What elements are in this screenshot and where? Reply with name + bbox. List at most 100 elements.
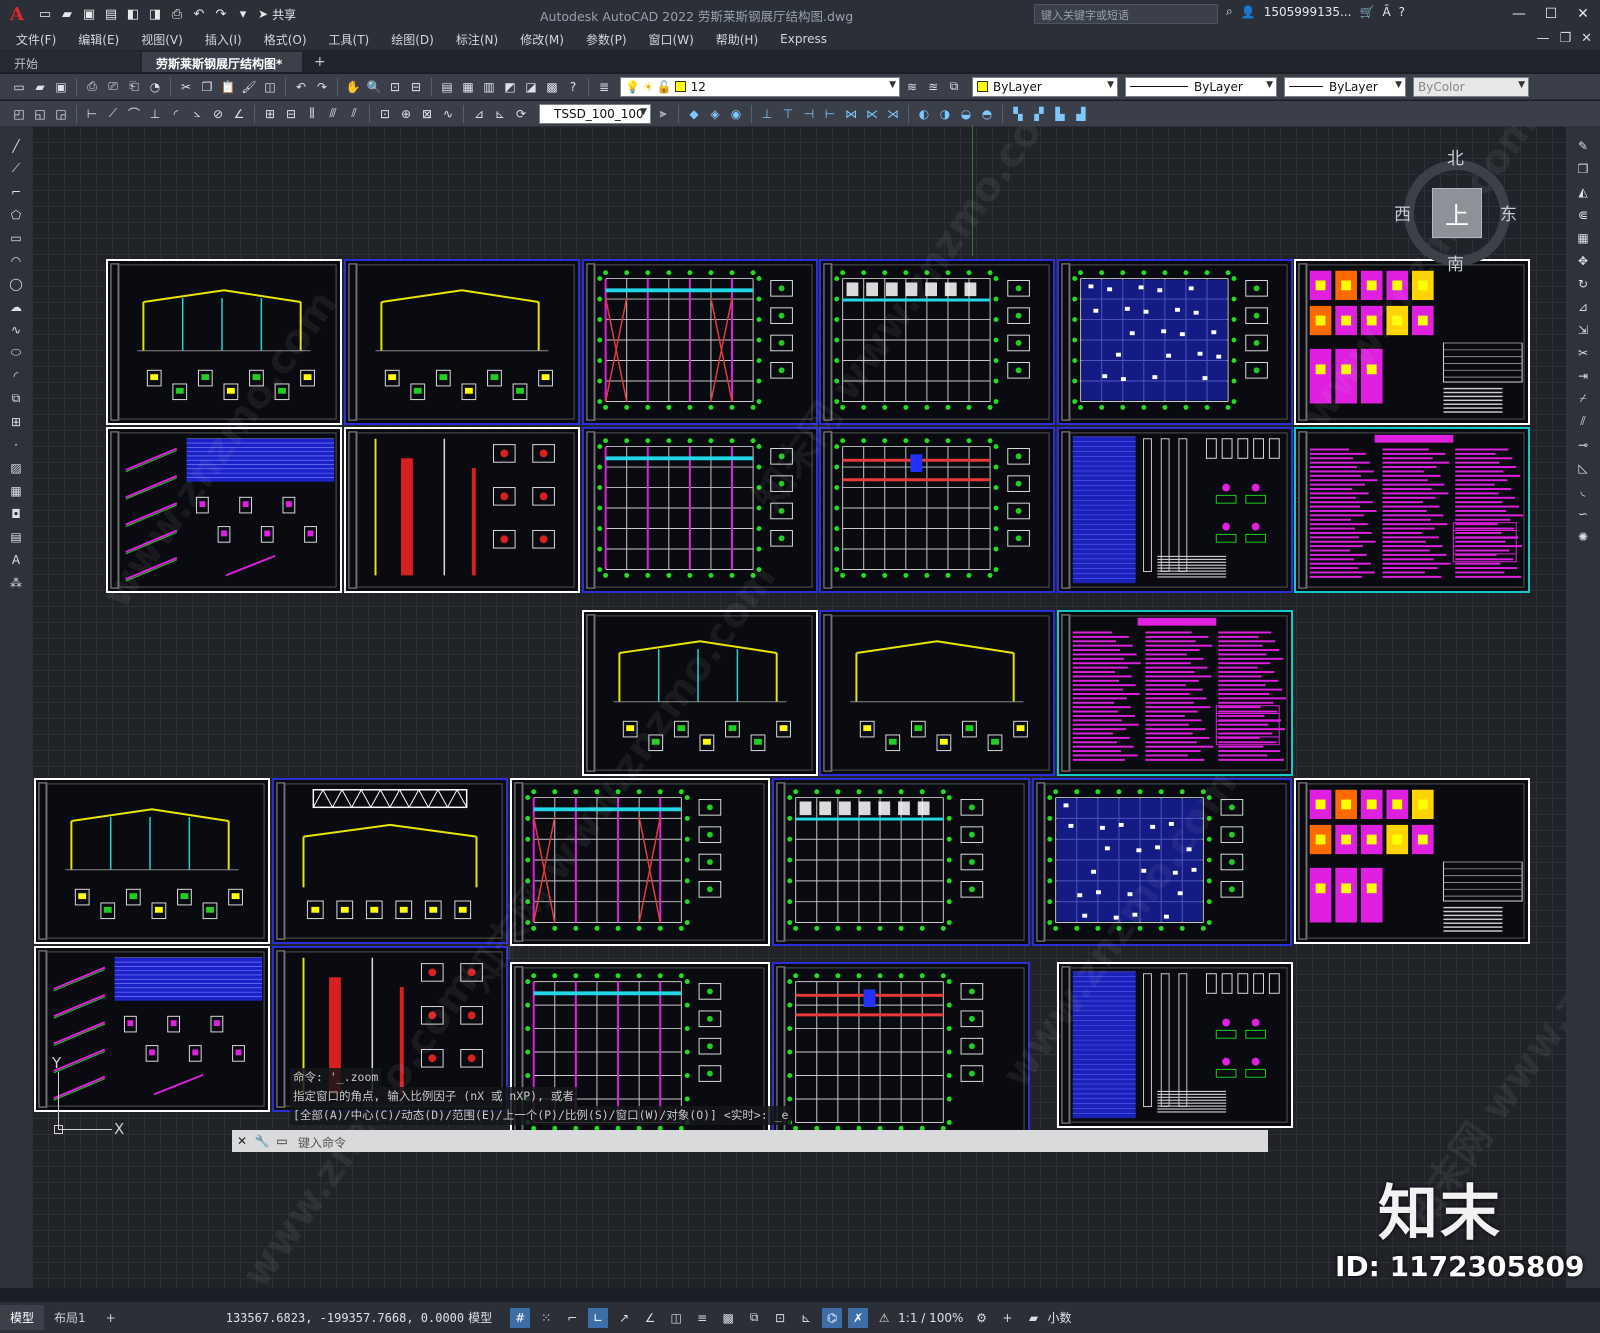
radius-dim-icon[interactable]: ◜ [167, 105, 185, 123]
drawing-sheet-frame[interactable] [34, 778, 270, 944]
dimstyle-dropdown[interactable]: TSSD_100_100 ▼ [539, 103, 651, 124]
drawing-canvas[interactable]: www.znzmo.com知末网 www.znzmo.comwww.znzmo.… [32, 126, 1566, 1288]
web-save-icon[interactable]: ◨ [144, 3, 166, 25]
region-icon[interactable]: ◘ [6, 504, 26, 523]
doc-restore-icon[interactable]: ❐ [1559, 31, 1571, 46]
doc-minimize-icon[interactable]: — [1536, 31, 1549, 46]
drawing-sheet-columns[interactable] [344, 427, 580, 593]
autodesk-a360-icon[interactable]: Ā [1382, 5, 1390, 19]
drawing-sheet-details[interactable] [1294, 259, 1530, 425]
quick-dim-icon[interactable]: ⊞ [261, 105, 279, 123]
doc-close-icon[interactable]: ✕ [1581, 31, 1592, 46]
plotstyle-dropdown[interactable]: ByColor ▼ [1413, 76, 1529, 97]
plot-icon[interactable]: ⎙ [83, 78, 101, 96]
drawing-sheet-plan-roof[interactable] [819, 259, 1055, 425]
compass-south[interactable]: 南 [1447, 250, 1464, 275]
drawing-sheet-plan-purlin[interactable] [582, 427, 818, 593]
match-properties-icon[interactable]: 🖌 [240, 78, 258, 96]
redo-icon[interactable]: ↷ [210, 3, 232, 25]
menu-draw[interactable]: 绘图(D) [391, 31, 434, 48]
chamfer-icon[interactable]: ◺ [1573, 458, 1593, 477]
autocad-logo-icon[interactable]: A [0, 0, 34, 28]
make-block-icon[interactable]: ⊞ [6, 412, 26, 431]
dim-style-manager-icon[interactable]: ⫸ [654, 105, 672, 123]
tab-model[interactable]: 模型 [0, 1305, 45, 1330]
line-icon[interactable]: ╱ [6, 136, 26, 155]
design-center-icon[interactable]: ▦ [459, 78, 477, 96]
ucs-icon[interactable]: ⊥ [758, 105, 776, 123]
viewcube[interactable]: 上 北 西 东 南 [1394, 144, 1518, 275]
menu-parametric[interactable]: 参数(P) [586, 31, 627, 48]
tssd-tool-icon[interactable]: ◱ [31, 105, 49, 123]
user-icon[interactable]: 👤 [1241, 5, 1256, 19]
copy-icon[interactable]: ❐ [198, 78, 216, 96]
point-icon[interactable]: · [6, 435, 26, 454]
view-left-icon[interactable]: ▙ [1051, 105, 1069, 123]
menu-tools[interactable]: 工具(T) [329, 31, 370, 48]
zoom-realtime-icon[interactable]: 🔍 [365, 78, 383, 96]
customize-qat-icon[interactable]: ▾ [232, 3, 254, 25]
layer-properties-icon[interactable]: ≣ [595, 78, 613, 96]
sheet-set-icon[interactable]: ◩ [501, 78, 519, 96]
dim-break-icon[interactable]: ⫽ [345, 105, 363, 123]
properties-icon[interactable]: ▤ [438, 78, 456, 96]
spline-icon[interactable]: ∿ [6, 320, 26, 339]
insert-block-icon[interactable]: ⧉ [6, 389, 26, 408]
revision-cloud-icon[interactable]: ☁ [6, 297, 26, 316]
tab-drawing[interactable]: 劳斯莱斯钢展厅结构图* [142, 52, 302, 72]
rotate-icon[interactable]: ↻ [1573, 274, 1593, 293]
render-icon[interactable]: ◑ [936, 105, 954, 123]
view-right-icon[interactable]: ▟ [1072, 105, 1090, 123]
menu-view[interactable]: 视图(V) [141, 31, 183, 48]
qnew-icon[interactable]: ▭ [10, 78, 28, 96]
diameter-dim-icon[interactable]: ⊘ [209, 105, 227, 123]
color-dropdown[interactable]: ByLayer ▼ [972, 76, 1118, 97]
search-icon[interactable]: ⌕ [1226, 4, 1233, 19]
coordinates-readout[interactable]: 133567.6823, -199357.7668, 0.0000 [226, 1311, 464, 1325]
help-icon[interactable]: ? [564, 78, 582, 96]
user-name[interactable]: 1505999135... [1264, 5, 1352, 19]
dim-text-edit-icon[interactable]: ⊾ [491, 105, 509, 123]
trim-icon[interactable]: ✂ [1573, 343, 1593, 362]
menu-help[interactable]: 帮助(H) [716, 31, 758, 48]
block-editor-icon[interactable]: ◫ [261, 78, 279, 96]
drawing-sheet-table[interactable] [1057, 427, 1293, 593]
ordinate-dim-icon[interactable]: ⊥ [146, 105, 164, 123]
fillet-icon[interactable]: ◟ [1573, 481, 1593, 500]
dynamic-ucs-icon[interactable]: ⊾ [796, 1308, 816, 1328]
linear-dim-icon[interactable]: ⊢ [83, 105, 101, 123]
maximize-icon[interactable]: ☐ [1536, 0, 1566, 28]
drawing-sheet-table[interactable] [1057, 962, 1293, 1128]
menu-modify[interactable]: 修改(M) [520, 31, 564, 48]
ucs-world-icon[interactable]: ⊤ [779, 105, 797, 123]
tssd-tool-icon[interactable]: ◰ [10, 105, 28, 123]
command-customize-icon[interactable]: 🔧 [252, 1131, 272, 1151]
ucs-origin-icon[interactable]: ⋊ [884, 105, 902, 123]
gradient-icon[interactable]: ▦ [6, 481, 26, 500]
undo-icon[interactable]: ↶ [292, 78, 310, 96]
tssd-tool-icon[interactable]: ◲ [52, 105, 70, 123]
drawing-sheet-plan-red[interactable] [772, 962, 1030, 1146]
menu-format[interactable]: 格式(O) [264, 31, 307, 48]
auto-scale-icon[interactable]: ⚠ [874, 1308, 894, 1328]
save-icon[interactable]: ▣ [52, 78, 70, 96]
snap-icon[interactable]: ⁙ [536, 1308, 556, 1328]
menu-insert[interactable]: 插入(I) [205, 31, 242, 48]
settings-gear-icon[interactable]: ⚙ [971, 1308, 991, 1328]
publish-icon[interactable]: ⎗ [125, 78, 143, 96]
transparency-icon[interactable]: ▩ [718, 1308, 738, 1328]
grid-icon[interactable]: # [510, 1307, 531, 1328]
break-icon[interactable]: ⫽ [1573, 412, 1593, 431]
3d-box-icon[interactable]: ◆ [685, 105, 703, 123]
tolerance-icon[interactable]: ⊡ [376, 105, 394, 123]
blend-curves-icon[interactable]: ∽ [1573, 504, 1593, 523]
center-mark-icon[interactable]: ⊕ [397, 105, 415, 123]
baseline-dim-icon[interactable]: ⊟ [282, 105, 300, 123]
selection-cycling-icon[interactable]: ⧉ [744, 1308, 764, 1328]
minimize-icon[interactable]: — [1504, 0, 1534, 28]
3d-cylinder-icon[interactable]: ◉ [727, 105, 745, 123]
stretch-icon[interactable]: ⇲ [1573, 320, 1593, 339]
polygon-icon[interactable]: ⬠ [6, 205, 26, 224]
ortho-icon[interactable]: ∟ [588, 1307, 609, 1328]
layer-previous-icon[interactable]: ≊ [924, 78, 942, 96]
